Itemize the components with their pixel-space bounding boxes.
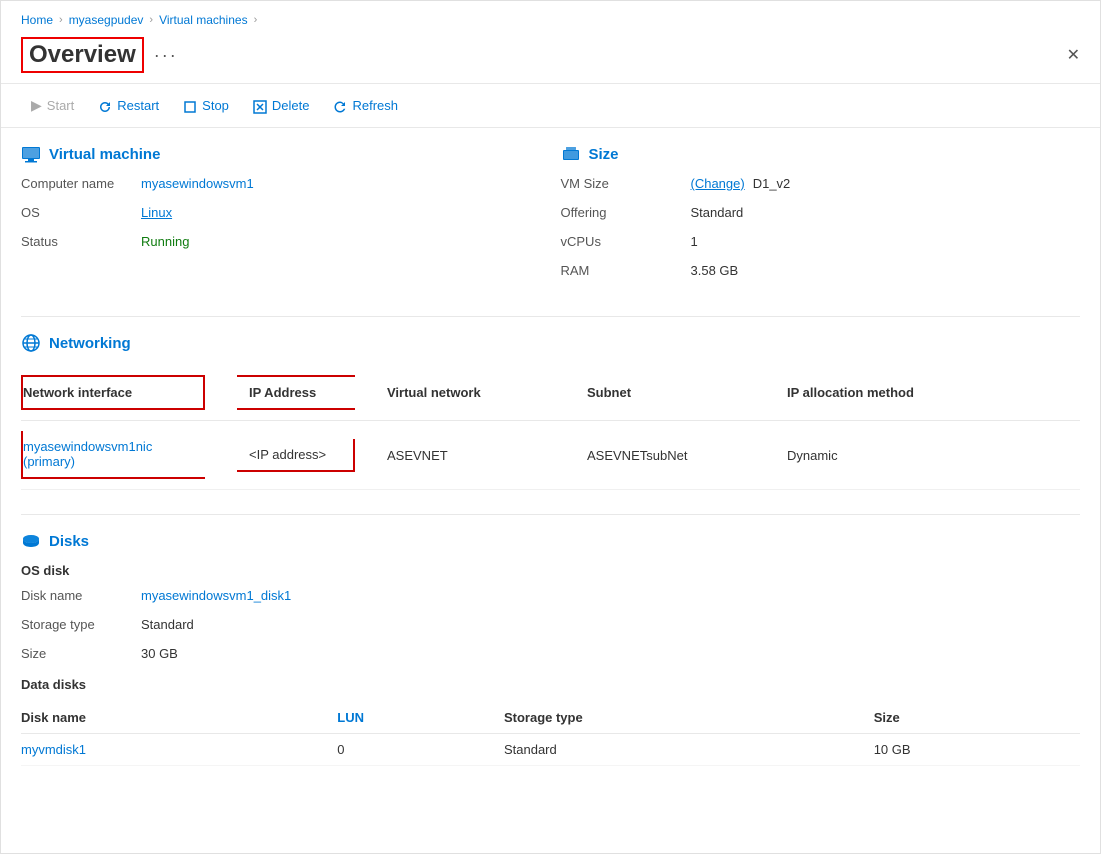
vcpus-value: 1 xyxy=(691,234,698,249)
data-disk-name-value[interactable]: myvmdisk1 xyxy=(21,734,337,766)
data-disk-row: myvmdisk1 0 Standard 10 GB xyxy=(21,734,1080,766)
data-disk-size-header: Size xyxy=(874,702,1080,734)
data-disk-lun-header: LUN xyxy=(337,702,504,734)
vm-size-row: VM Size (Change) D1_v2 xyxy=(561,176,1081,191)
ip-method-header: IP allocation method xyxy=(771,365,1080,421)
vnet-value: ASEVNET xyxy=(371,421,571,490)
data-disk-lun-value: 0 xyxy=(337,734,504,766)
start-icon: ▶ xyxy=(31,97,42,114)
breadcrumb-home[interactable]: Home xyxy=(21,13,53,27)
delete-button[interactable]: Delete xyxy=(243,92,320,118)
ram-row: RAM 3.58 GB xyxy=(561,263,1081,278)
ram-value: 3.58 GB xyxy=(691,263,739,278)
network-table-row: myasewindowsvm1nic (primary) <IP address… xyxy=(21,421,1080,490)
close-button[interactable]: ✕ xyxy=(1067,45,1080,65)
vm-size-change-link[interactable]: (Change) xyxy=(691,176,745,191)
network-table-header-row: Network interface IP Address Virtual net… xyxy=(21,365,1080,421)
os-row: OS Linux xyxy=(21,205,541,220)
breadcrumb-virtual-machines[interactable]: Virtual machines xyxy=(159,13,248,27)
vm-section-icon xyxy=(21,144,41,164)
data-disks-title: Data disks xyxy=(21,677,1080,692)
nic-name-value[interactable]: myasewindowsvm1nic (primary) xyxy=(23,439,152,469)
size-info-section: Size VM Size (Change) D1_v2 Offering Sta… xyxy=(561,144,1081,292)
os-label: OS xyxy=(21,205,141,220)
toolbar: ▶ Start Restart Stop xyxy=(1,83,1100,128)
data-disk-size-value: 10 GB xyxy=(874,734,1080,766)
stop-icon xyxy=(183,97,197,113)
page-title: Overview xyxy=(21,37,144,73)
data-disk-storage-value: Standard xyxy=(504,734,874,766)
vm-section-title: Virtual machine xyxy=(49,146,160,163)
disks-section: Disks OS disk Disk name myasewindowsvm1_… xyxy=(21,531,1080,766)
start-button[interactable]: ▶ Start xyxy=(21,92,84,119)
breadcrumb: Home › myasegpudev › Virtual machines › xyxy=(1,1,1100,33)
subnet-header: Subnet xyxy=(571,365,771,421)
disks-section-icon xyxy=(21,531,41,551)
networking-section-icon xyxy=(21,333,41,353)
networking-section-title: Networking xyxy=(49,335,131,352)
size-section-title: Size xyxy=(589,146,619,163)
os-disk-title: OS disk xyxy=(21,563,1080,578)
status-value: Running xyxy=(141,234,189,249)
status-label: Status xyxy=(21,234,141,249)
disk-name-label: Disk name xyxy=(21,588,141,603)
ip-method-value: Dynamic xyxy=(771,421,1080,490)
computer-name-row: Computer name myasewindowsvm1 xyxy=(21,176,541,191)
data-disks-header-row: Disk name LUN Storage type Size xyxy=(21,702,1080,734)
disks-section-title: Disks xyxy=(49,533,89,550)
computer-name-value[interactable]: myasewindowsvm1 xyxy=(141,176,254,191)
disk-size-value: 30 GB xyxy=(141,646,178,661)
vm-info-section: Virtual machine Computer name myasewindo… xyxy=(21,144,541,292)
restart-icon xyxy=(98,97,112,113)
network-table: Network interface IP Address Virtual net… xyxy=(21,365,1080,490)
ip-header: IP Address xyxy=(249,385,316,400)
divider-2 xyxy=(21,514,1080,515)
size-section-icon xyxy=(561,144,581,164)
breadcrumb-resource-group[interactable]: myasegpudev xyxy=(69,13,144,27)
computer-name-label: Computer name xyxy=(21,176,141,191)
vcpus-row: vCPUs 1 xyxy=(561,234,1081,249)
vcpus-label: vCPUs xyxy=(561,234,691,249)
offering-row: Offering Standard xyxy=(561,205,1081,220)
data-disk-storage-header: Storage type xyxy=(504,702,874,734)
vnet-header: Virtual network xyxy=(371,365,571,421)
storage-type-row: Storage type Standard xyxy=(21,617,1080,632)
nic-header: Network interface xyxy=(23,385,132,400)
networking-section: Networking Network interface IP Address xyxy=(21,333,1080,490)
vm-size-value: D1_v2 xyxy=(753,176,791,191)
vm-size-section: Virtual machine Computer name myasewindo… xyxy=(21,144,1080,292)
disk-size-label: Size xyxy=(21,646,141,661)
subnet-value: ASEVNETsubNet xyxy=(571,421,771,490)
disk-size-row: Size 30 GB xyxy=(21,646,1080,661)
storage-type-value: Standard xyxy=(141,617,194,632)
data-disks-table: Disk name LUN Storage type Size myvmdisk… xyxy=(21,702,1080,766)
stop-button[interactable]: Stop xyxy=(173,92,239,118)
offering-label: Offering xyxy=(561,205,691,220)
refresh-icon xyxy=(333,97,347,113)
vm-size-label: VM Size xyxy=(561,176,691,191)
data-disk-name-header: Disk name xyxy=(21,702,337,734)
ram-label: RAM xyxy=(561,263,691,278)
os-value[interactable]: Linux xyxy=(141,205,172,220)
ip-value: <IP address> xyxy=(249,447,326,462)
refresh-button[interactable]: Refresh xyxy=(323,92,408,118)
divider-1 xyxy=(21,316,1080,317)
disk-name-value[interactable]: myasewindowsvm1_disk1 xyxy=(141,588,291,603)
disk-name-row: Disk name myasewindowsvm1_disk1 xyxy=(21,588,1080,603)
restart-button[interactable]: Restart xyxy=(88,92,169,118)
more-options-button[interactable]: ··· xyxy=(154,45,178,66)
content-area: Virtual machine Computer name myasewindo… xyxy=(1,128,1100,806)
status-row: Status Running xyxy=(21,234,541,249)
offering-value: Standard xyxy=(691,205,744,220)
storage-type-label: Storage type xyxy=(21,617,141,632)
page-header: Overview ··· ✕ xyxy=(1,33,1100,83)
delete-icon xyxy=(253,97,267,113)
